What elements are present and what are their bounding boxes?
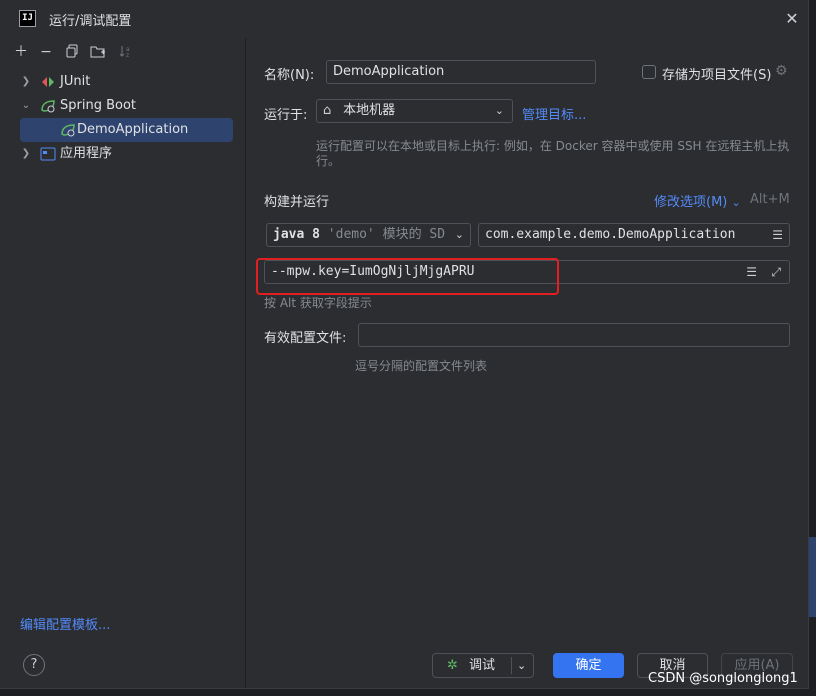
chevron-down-icon: ⌄	[494, 104, 504, 117]
modify-options-shortcut: Alt+M	[750, 192, 790, 207]
run-debug-config-dialog: IJ 运行/调试配置 ✕ ＋ − az ❯ JUnit ⌄ Spring Boo…	[0, 0, 809, 689]
tree-item-application[interactable]: ❯ 应用程序	[20, 142, 233, 166]
tree-item-label: Spring Boot	[60, 98, 137, 113]
close-icon[interactable]: ✕	[780, 8, 804, 30]
active-profiles-hint: 逗号分隔的配置文件列表	[355, 359, 488, 373]
config-tree-pane: ＋ − az ❯ JUnit ⌄ Spring Boot DemoApplica…	[0, 38, 246, 688]
modify-options-label: 修改选项(M)	[654, 195, 728, 210]
manage-targets-link[interactable]: 管理目标...	[522, 104, 586, 123]
chevron-down-icon[interactable]: ⌄	[20, 94, 32, 118]
run-on-label: 运行于:	[264, 108, 308, 123]
title-bar: IJ 运行/调试配置 ✕	[0, 0, 808, 38]
name-field[interactable]: DemoApplication	[326, 60, 596, 84]
home-icon: ⌂	[323, 103, 332, 118]
tree-item-demo-application[interactable]: DemoApplication	[20, 118, 233, 142]
main-class-value: com.example.demo.DemoApplication	[485, 227, 736, 242]
chevron-right-icon[interactable]: ❯	[20, 70, 32, 94]
run-on-hint-line2: 行。	[316, 154, 341, 168]
jdk-module-hint: 'demo' 模块的 SD	[327, 227, 446, 242]
store-as-project-file-checkbox[interactable]	[642, 65, 656, 79]
debug-label: 调试	[469, 658, 496, 673]
divider	[511, 657, 512, 674]
tree-item-label: JUnit	[60, 74, 91, 89]
main-class-field[interactable]: com.example.demo.DemoApplication ☰	[478, 223, 790, 247]
spring-boot-icon	[41, 100, 55, 113]
list-icon[interactable]: ☰	[746, 261, 757, 283]
svg-text:z: z	[126, 52, 129, 58]
junit-icon	[42, 77, 54, 87]
help-button[interactable]: ?	[23, 654, 45, 676]
settings-gear-icon[interactable]: ⚙	[775, 63, 788, 79]
highlight-box	[256, 258, 559, 295]
intellij-app-icon: IJ	[19, 10, 36, 27]
active-profiles-field[interactable]	[358, 323, 790, 347]
tree-item-spring-boot[interactable]: ⌄ Spring Boot	[20, 94, 233, 118]
tree-item-junit[interactable]: ❯ JUnit	[20, 70, 233, 94]
modify-options-link[interactable]: 修改选项(M) ⌄	[654, 191, 741, 210]
ok-button[interactable]: 确定	[553, 653, 624, 678]
name-label: 名称(N):	[264, 68, 315, 83]
chevron-right-icon[interactable]: ❯	[20, 142, 32, 166]
application-icon	[40, 147, 56, 161]
remove-icon[interactable]: −	[38, 44, 54, 60]
new-folder-icon[interactable]	[90, 44, 106, 60]
chevron-down-icon: ⌄	[454, 224, 464, 246]
expand-icon[interactable]: ⤢	[771, 261, 781, 283]
tree-item-label: 应用程序	[60, 146, 113, 161]
active-profiles-label: 有效配置文件:	[264, 331, 347, 346]
spring-boot-run-config-icon	[61, 124, 75, 137]
jdk-select[interactable]: java 8 'demo' 模块的 SD ⌄	[266, 223, 471, 247]
chevron-down-icon: ⌄	[731, 196, 741, 209]
run-on-value: 本地机器	[343, 103, 396, 118]
csdn-watermark: CSDN @songlonglong1	[648, 671, 798, 686]
background-window-strip-accent	[808, 537, 816, 617]
browse-class-icon[interactable]: ☰	[772, 224, 783, 246]
build-and-run-heading: 构建并运行	[264, 195, 330, 210]
copy-icon[interactable]	[64, 44, 80, 60]
store-as-project-file-label: 存储为项目文件(S)	[662, 68, 772, 83]
window-title: 运行/调试配置	[49, 14, 132, 29]
run-on-select[interactable]: ⌂ 本地机器 ⌄	[316, 99, 513, 123]
run-on-hint-line1: 运行配置可以在本地或目标上执行: 例如，在 Docker 容器中或使用 SSH …	[316, 139, 790, 153]
bug-icon: ✲	[447, 658, 458, 673]
add-icon[interactable]: ＋	[13, 44, 29, 60]
tree-item-label: DemoApplication	[77, 122, 189, 137]
sort-icon[interactable]: az	[117, 44, 133, 60]
jdk-value: java 8	[273, 227, 320, 242]
program-arguments-hint: 按 Alt 获取字段提示	[264, 296, 372, 310]
chevron-down-icon[interactable]: ⌄	[517, 654, 526, 677]
edit-config-templates-link[interactable]: 编辑配置模板...	[20, 614, 110, 633]
debug-button[interactable]: ✲ 调试 ⌄	[432, 653, 534, 678]
